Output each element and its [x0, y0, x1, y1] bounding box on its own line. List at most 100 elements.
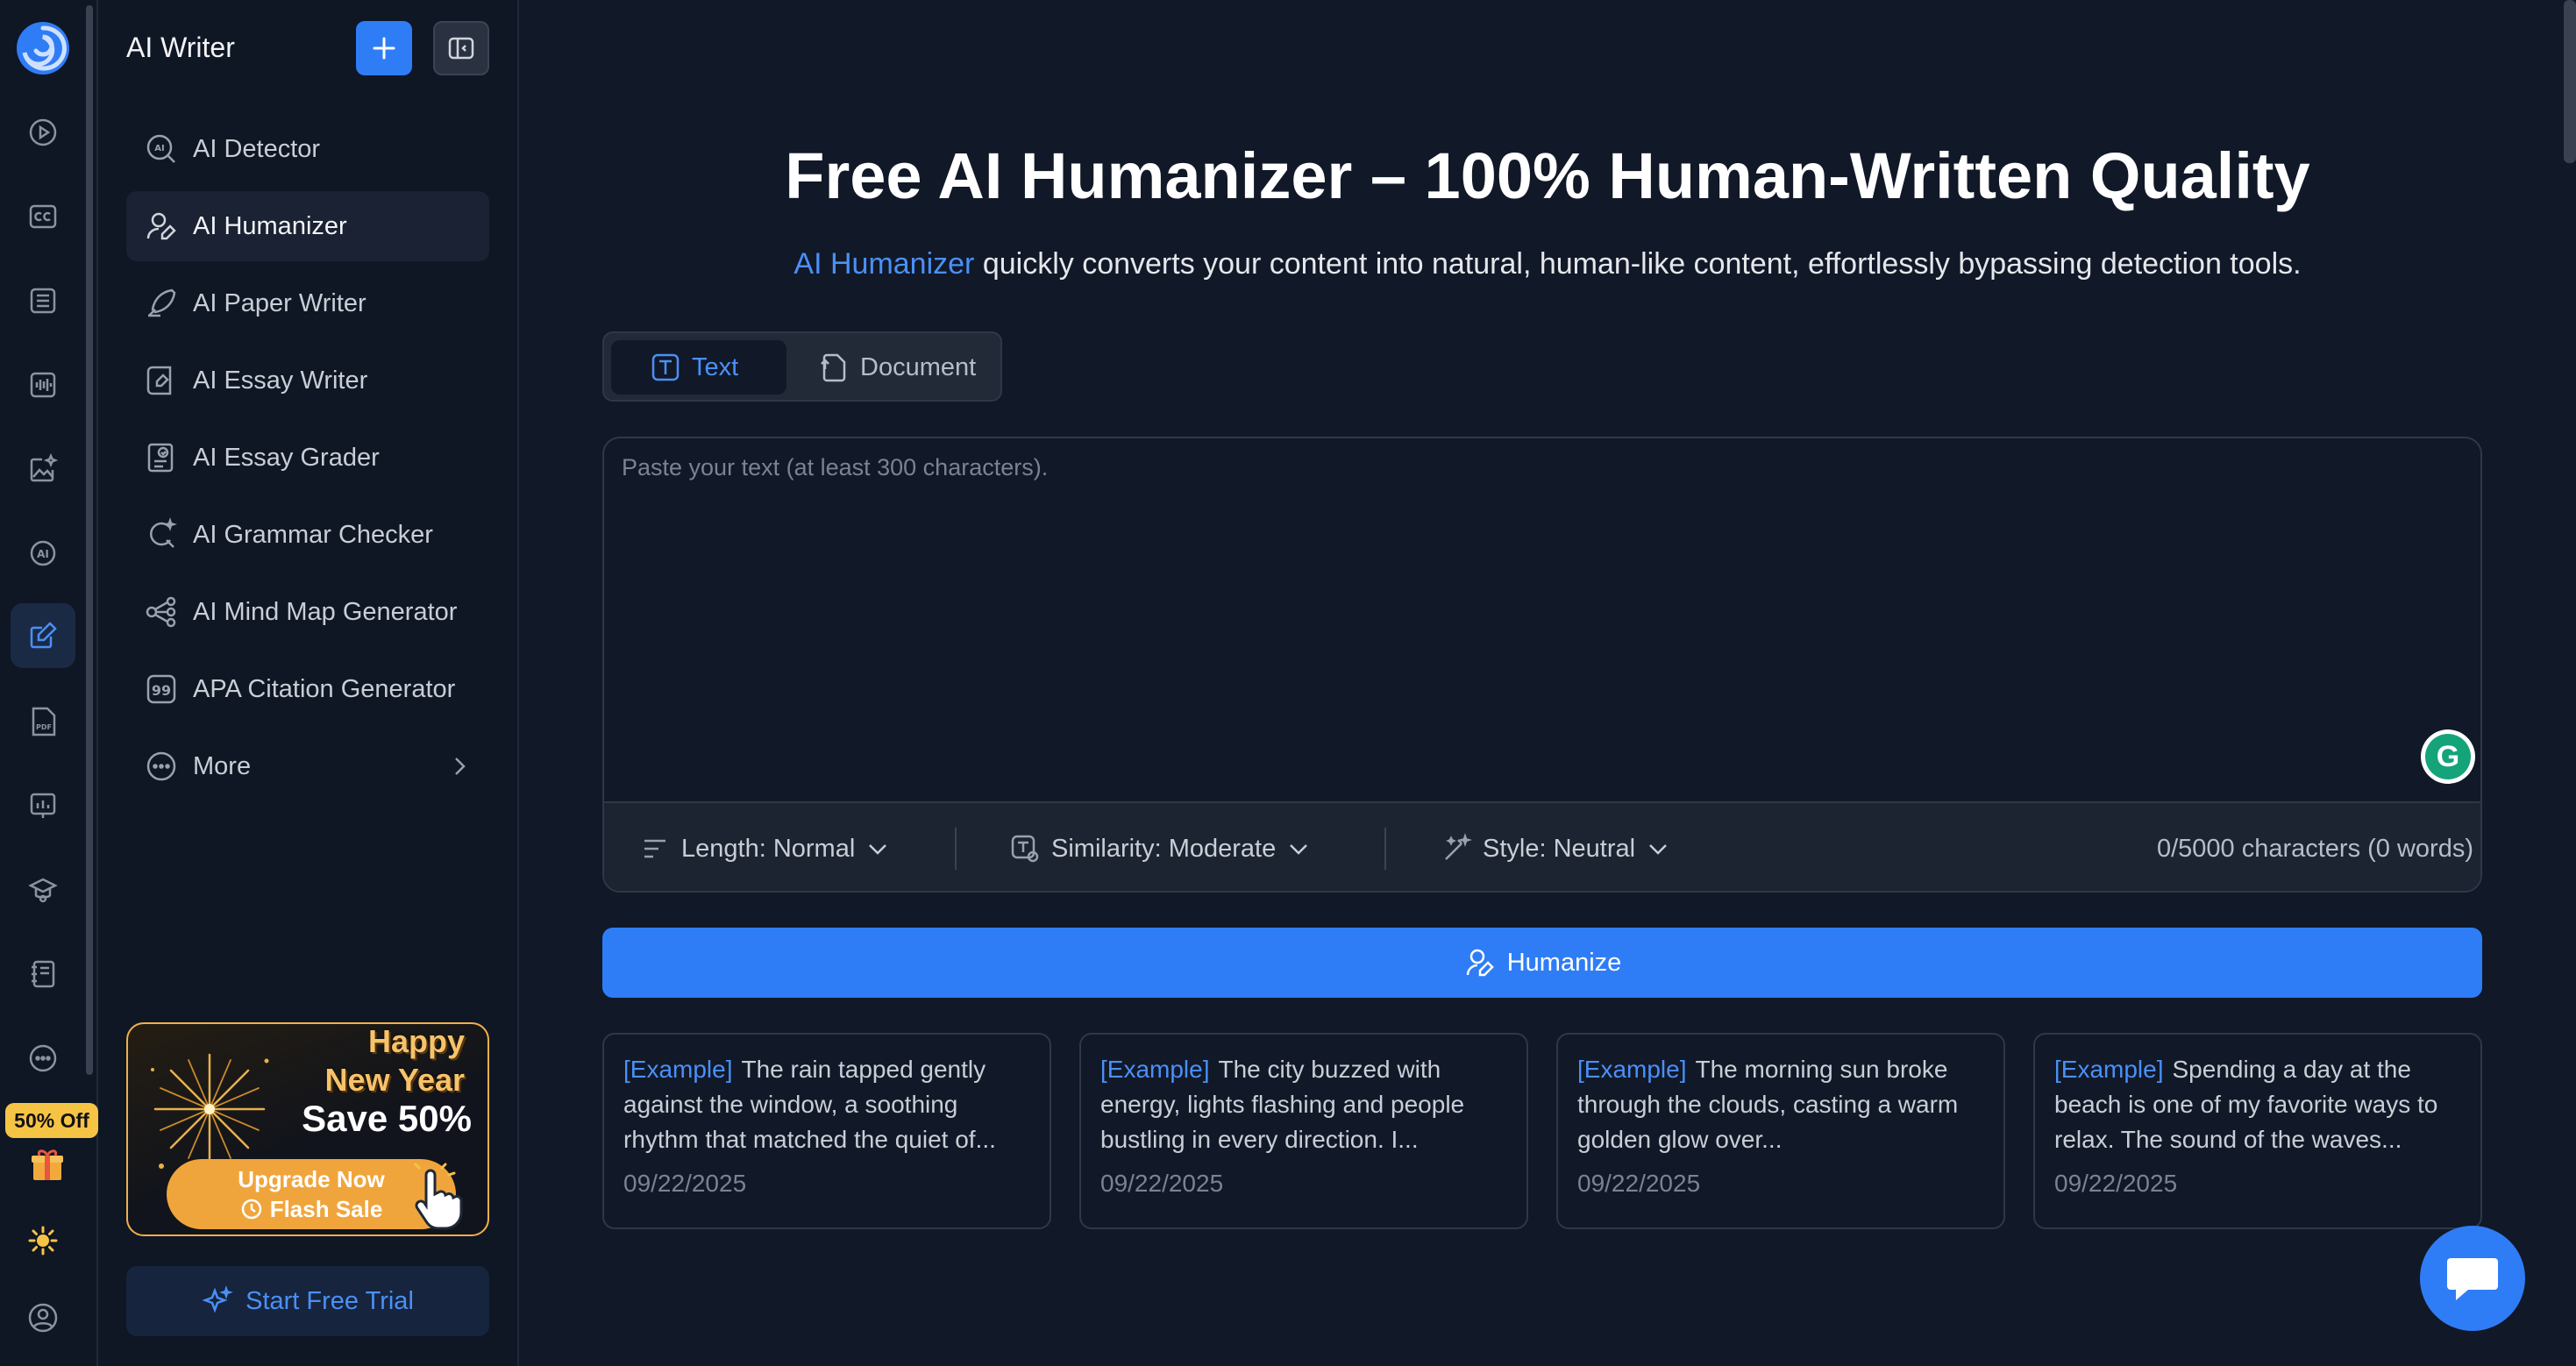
user-icon[interactable] — [11, 1285, 75, 1350]
quill-icon — [148, 288, 176, 317]
quote-icon: 99 — [146, 674, 176, 704]
main-scrollbar[interactable] — [2564, 0, 2576, 163]
more-icon — [146, 751, 176, 781]
sidebar-item-label: APA Citation Generator — [193, 674, 456, 703]
gift-icon[interactable] — [28, 1145, 67, 1184]
example-date: 09/22/2025 — [1100, 1170, 1224, 1197]
promo-discount: Save 50% — [302, 1098, 472, 1139]
grade-icon — [147, 443, 174, 473]
new-year-promo-banner[interactable]: Happy New Year Save 50% Upgrade Now Flas… — [126, 1022, 489, 1236]
user-pen-icon — [146, 212, 176, 240]
user-pen-icon — [1466, 949, 1494, 977]
sidebar-item-ai-essay-writer[interactable]: AI Essay Writer — [126, 345, 489, 416]
example-date: 09/22/2025 — [623, 1170, 747, 1197]
pen-icon[interactable] — [11, 603, 75, 668]
tab-text[interactable]: Text — [611, 340, 786, 395]
new-chat-button[interactable] — [356, 21, 412, 75]
promo-headline: Happy New Year — [324, 1023, 465, 1098]
sidebar-item-label: AI Detector — [193, 134, 321, 163]
collapse-sidebar-button[interactable] — [433, 21, 489, 75]
audio-icon[interactable] — [11, 352, 75, 417]
sidebar-title: AI Writer — [126, 32, 235, 63]
example-date: 09/22/2025 — [1577, 1170, 1701, 1197]
magic-wand-icon — [1445, 833, 1472, 860]
ai-scan-icon: AI — [146, 134, 175, 163]
divider — [1384, 828, 1386, 870]
pdf-icon[interactable]: PDF — [11, 689, 75, 754]
chevron-down-icon — [869, 844, 887, 855]
ai-chat-icon[interactable]: AI — [11, 521, 75, 586]
sidebar-item-more[interactable]: More — [126, 731, 489, 801]
humanize-button[interactable]: Humanize — [602, 928, 2482, 998]
page-subtitle: AI Humanizer quickly converts your conte… — [793, 247, 2302, 281]
more-icon[interactable] — [11, 1026, 75, 1091]
length-dropdown[interactable]: Length: Normal — [639, 803, 890, 891]
svg-text:AI: AI — [154, 144, 164, 153]
chevron-down-icon — [1649, 844, 1667, 855]
example-tag: [Example] — [1100, 1056, 1210, 1083]
video-icon[interactable] — [11, 100, 75, 165]
discount-badge[interactable]: 50% Off — [5, 1103, 98, 1138]
chat-support-button[interactable] — [2420, 1226, 2525, 1331]
icon-rail: AI PDF 50% Off — [0, 0, 98, 1366]
sidebar-item-ai-mind-map-generator[interactable]: AI Mind Map Generator — [126, 577, 489, 647]
main-content: Free AI Humanizer – 100% Human-Written Q… — [519, 0, 2576, 1366]
logo-icon[interactable] — [12, 18, 74, 79]
sidebar: AI Writer AI AI Detector AI Humanizer AI… — [98, 0, 519, 1366]
notebook-icon[interactable] — [11, 942, 75, 1007]
page-title: Free AI Humanizer – 100% Human-Written Q… — [785, 139, 2310, 212]
list-icon[interactable] — [11, 268, 75, 333]
sidebar-item-ai-paper-writer[interactable]: AI Paper Writer — [126, 268, 489, 338]
grammarly-icon[interactable]: G — [2421, 729, 2475, 784]
sidebar-item-ai-humanizer[interactable]: AI Humanizer — [126, 191, 489, 261]
example-list: [Example] The rain tapped gently against … — [602, 1033, 2482, 1229]
example-card[interactable]: [Example] The morning sun broke through t… — [1556, 1033, 2005, 1229]
mindmap-icon — [146, 596, 176, 628]
example-card[interactable]: [Example] The city buzzed with energy, li… — [1079, 1033, 1528, 1229]
style-dropdown[interactable]: Style: Neutral — [1441, 803, 1670, 891]
example-card[interactable]: [Example] The rain tapped gently against … — [602, 1033, 1051, 1229]
clock-icon — [241, 1199, 261, 1220]
graduation-icon[interactable] — [11, 857, 75, 922]
pointer-hand-icon — [414, 1163, 463, 1230]
sparkle-icon — [202, 1285, 234, 1313]
sidebar-toggle-icon — [448, 37, 474, 60]
text-input[interactable]: Paste your text (at least 300 characters… — [622, 454, 1048, 481]
image-edit-icon[interactable] — [11, 437, 75, 502]
sidebar-item-label: AI Grammar Checker — [193, 520, 433, 549]
sidebar-item-ai-essay-grader[interactable]: AI Essay Grader — [126, 423, 489, 493]
text-icon — [651, 353, 680, 381]
options-toolbar: Length: Normal Similarity: Moderate Styl… — [604, 801, 2480, 891]
length-icon — [644, 839, 665, 858]
character-counter: 0/5000 characters (0 words) — [2156, 834, 2473, 863]
presentation-icon[interactable] — [11, 773, 75, 838]
sidebar-nav: AI AI Detector AI Humanizer AI Paper Wri… — [126, 114, 489, 808]
caption-icon[interactable] — [11, 184, 75, 249]
plus-icon — [373, 37, 395, 60]
divider — [955, 828, 957, 870]
grammar-icon — [150, 517, 177, 548]
sidebar-item-label: More — [193, 751, 252, 780]
sidebar-item-label: AI Humanizer — [193, 211, 347, 240]
sun-icon[interactable] — [11, 1208, 75, 1273]
sidebar-item-apa-citation-generator[interactable]: 99 APA Citation Generator — [126, 654, 489, 724]
chevron-right-icon — [455, 758, 466, 775]
tab-document[interactable]: Document — [801, 340, 997, 395]
input-mode-tabs: Text Document — [602, 331, 1002, 402]
chat-icon — [2447, 1258, 2498, 1300]
subtitle-link[interactable]: AI Humanizer — [793, 247, 974, 281]
essay-icon — [146, 366, 172, 395]
svg-text:AI: AI — [37, 548, 49, 560]
sidebar-item-ai-detector[interactable]: AI AI Detector — [126, 114, 489, 184]
text-editor: Paste your text (at least 300 characters… — [602, 437, 2482, 893]
example-card[interactable]: [Example] Spending a day at the beach is … — [2033, 1033, 2482, 1229]
svg-text:PDF: PDF — [36, 723, 52, 731]
start-free-trial-button[interactable]: Start Free Trial — [126, 1266, 489, 1336]
example-tag: [Example] — [1577, 1056, 1687, 1083]
rail-scrollbar[interactable] — [86, 5, 93, 1075]
similarity-dropdown[interactable]: Similarity: Moderate — [1009, 803, 1311, 891]
similarity-icon — [1011, 835, 1039, 863]
sidebar-item-ai-grammar-checker[interactable]: AI Grammar Checker — [126, 500, 489, 570]
sidebar-item-label: AI Paper Writer — [193, 288, 366, 317]
document-upload-icon — [821, 353, 846, 382]
